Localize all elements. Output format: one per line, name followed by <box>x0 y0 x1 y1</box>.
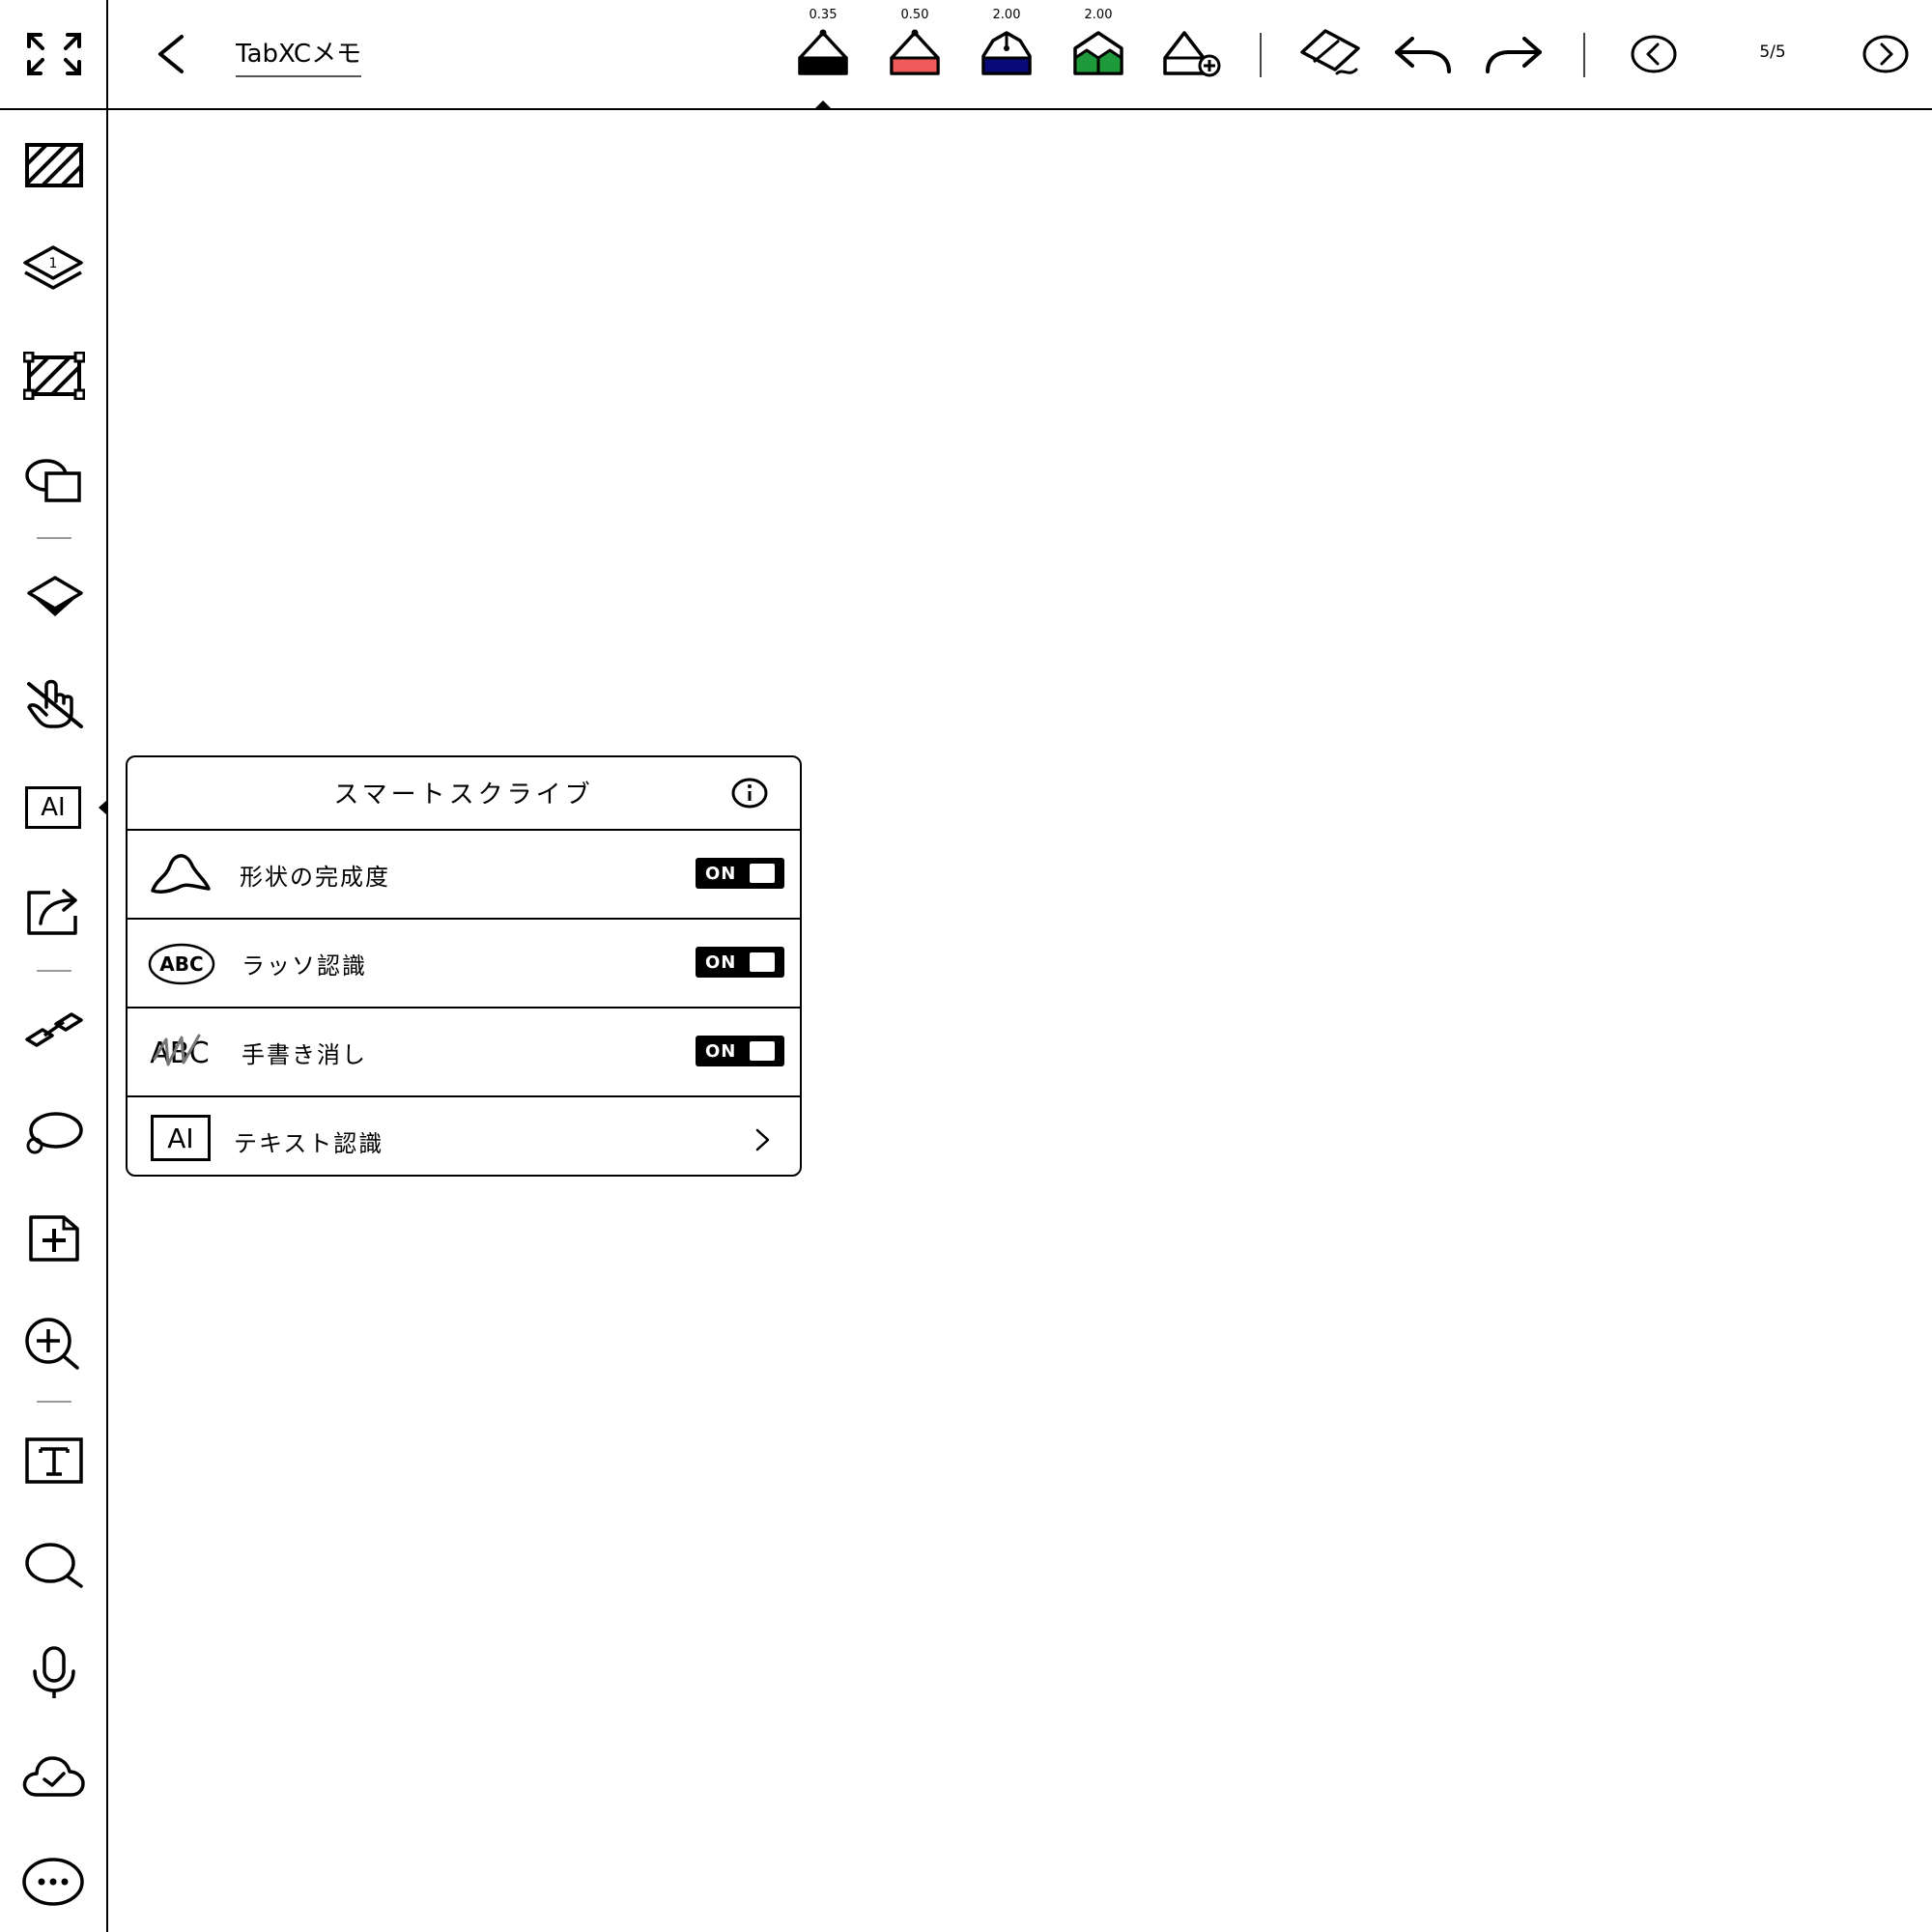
shape-outline-icon <box>151 854 211 894</box>
scratch-out-toggle[interactable]: ON <box>696 1036 784 1066</box>
fill-bucket-icon[interactable] <box>25 574 85 620</box>
active-tool-indicator <box>99 800 107 815</box>
sidebar-divider <box>37 537 71 539</box>
undo-icon[interactable] <box>1393 33 1453 75</box>
select-area-icon[interactable] <box>23 352 85 400</box>
toggle-state: ON <box>705 1041 737 1062</box>
panel-title: スマートスクライブ <box>333 781 594 810</box>
ai-box-text: AI <box>167 1122 194 1154</box>
info-icon[interactable] <box>730 777 769 810</box>
cloud-sync-icon[interactable] <box>21 1752 87 1799</box>
smart-scribe-ai-button[interactable]: AI <box>25 786 81 829</box>
scratch-out-label: 手書き消し <box>242 1041 367 1068</box>
toolbar-divider <box>1260 33 1262 77</box>
text-recognition-label: テキスト認識 <box>234 1130 384 1157</box>
search-icon[interactable] <box>23 1542 85 1590</box>
marker-green-icon[interactable] <box>1071 29 1125 77</box>
layer-number: 1 <box>49 256 58 271</box>
pen-black-icon[interactable] <box>796 29 850 77</box>
ai-box-icon: AI <box>151 1115 211 1161</box>
touch-disable-icon[interactable] <box>25 678 85 730</box>
sidebar-divider <box>37 970 71 972</box>
link-icon[interactable] <box>23 1005 85 1055</box>
shape-completion-row[interactable]: 形状の完成度 ON <box>128 829 800 920</box>
lasso-recognition-toggle[interactable]: ON <box>696 947 784 978</box>
more-options-icon[interactable] <box>21 1857 85 1907</box>
scratch-out-abc-icon: ABC <box>150 1034 210 1070</box>
shape-completion-label: 形状の完成度 <box>240 864 390 891</box>
panel-header: スマートスクライブ <box>128 757 800 831</box>
pen-size-label: 2.00 <box>992 8 1021 22</box>
text-box-icon[interactable] <box>25 1437 83 1484</box>
previous-page-icon[interactable] <box>1631 33 1677 75</box>
document-title[interactable]: TabXCメモ <box>236 39 362 77</box>
microphone-icon[interactable] <box>27 1646 81 1700</box>
shapes-icon[interactable] <box>25 458 83 504</box>
layers-icon[interactable]: 1 <box>21 245 85 292</box>
pen-red-icon[interactable] <box>888 29 942 77</box>
toggle-knob <box>750 952 775 972</box>
shape-completion-toggle[interactable]: ON <box>696 858 784 889</box>
top-toolbar: TabXCメモ 0.35 0.50 2.00 2.00 5/5 <box>0 0 1932 110</box>
add-pen-icon[interactable] <box>1161 29 1223 77</box>
zoom-in-icon[interactable] <box>21 1318 83 1370</box>
toggle-knob <box>750 864 775 883</box>
pen-size-label: 0.35 <box>809 8 838 22</box>
next-page-icon[interactable] <box>1862 33 1909 75</box>
share-export-icon[interactable] <box>25 887 85 937</box>
pen-size-label: 0.50 <box>900 8 929 22</box>
toggle-state: ON <box>705 864 737 884</box>
back-chevron-icon[interactable] <box>155 33 187 75</box>
lasso-icon[interactable] <box>21 1109 85 1157</box>
toolbar-divider <box>1583 33 1585 77</box>
toggle-knob <box>750 1041 775 1061</box>
page-indicator: 5/5 <box>1759 43 1786 62</box>
scratch-out-row[interactable]: ABC 手書き消し ON <box>128 1007 800 1097</box>
eraser-icon[interactable] <box>1298 27 1362 79</box>
template-hatch-icon[interactable] <box>25 143 83 187</box>
pen-size-label: 2.00 <box>1084 8 1113 22</box>
chevron-right-icon <box>755 1128 770 1151</box>
toggle-state: ON <box>705 952 737 973</box>
lasso-recognition-label: ラッソ認識 <box>242 952 367 980</box>
smart-scribe-panel: スマートスクライブ 形状の完成度 ON ABC ラッソ認識 ON ABC 手書き… <box>126 755 802 1177</box>
ai-label: AI <box>41 793 66 822</box>
lasso-abc-text: ABC <box>159 952 203 976</box>
redo-icon[interactable] <box>1484 33 1544 75</box>
lasso-abc-icon: ABC <box>148 943 215 985</box>
lasso-recognition-row[interactable]: ABC ラッソ認識 ON <box>128 918 800 1009</box>
fountain-pen-blue-icon[interactable] <box>980 29 1034 77</box>
left-sidebar: 1 AI <box>0 0 108 1932</box>
selected-pen-indicator <box>814 100 832 109</box>
add-page-icon[interactable] <box>27 1213 81 1264</box>
sidebar-divider <box>37 1401 71 1403</box>
text-recognition-row[interactable]: AI テキスト認識 <box>128 1095 800 1184</box>
